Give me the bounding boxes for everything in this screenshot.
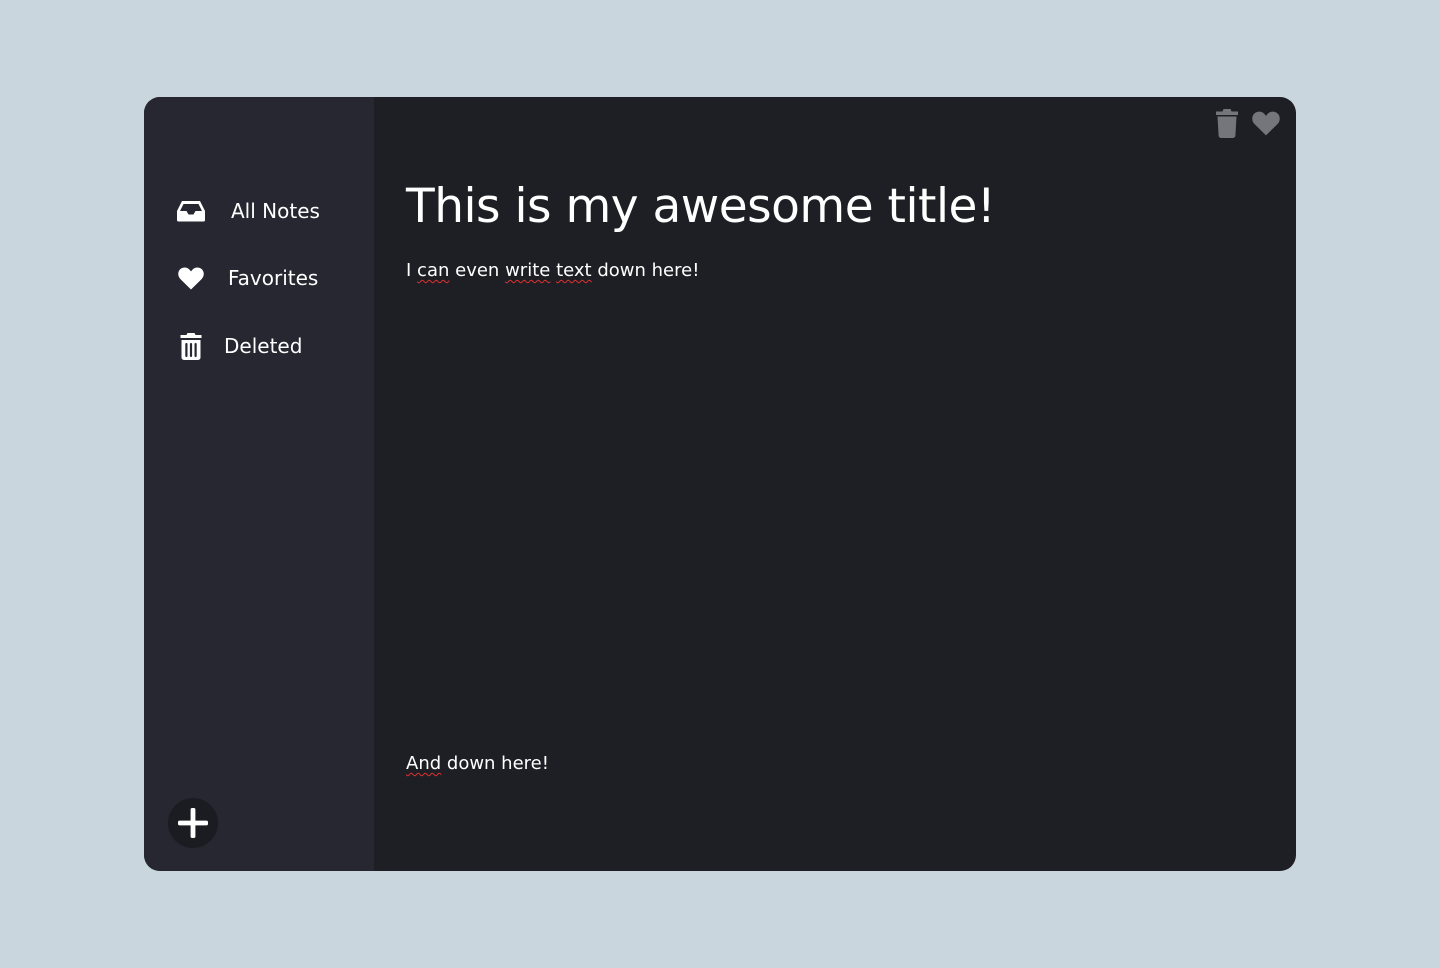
- misspelled-word: And: [406, 753, 442, 774]
- note-body-line[interactable]: And down here!: [406, 753, 549, 775]
- heart-icon: [1252, 111, 1280, 136]
- favorite-note-button[interactable]: [1251, 107, 1281, 139]
- delete-note-button[interactable]: [1212, 107, 1242, 139]
- inbox-icon: [176, 196, 206, 226]
- sidebar-item-deleted[interactable]: Deleted: [176, 331, 302, 361]
- note-body-line[interactable]: I can even write text down here!: [406, 260, 699, 282]
- note-title[interactable]: This is my awesome title!: [406, 181, 996, 233]
- sidebar-item-label: Deleted: [224, 334, 303, 358]
- sidebar-item-label: Favorites: [228, 266, 319, 290]
- misspelled-word: can: [417, 260, 450, 281]
- sidebar-item-favorites[interactable]: Favorites: [176, 263, 318, 293]
- sidebar-item-all-notes[interactable]: All Notes: [176, 196, 320, 226]
- misspelled-word: text: [556, 260, 592, 281]
- trash-icon: [1215, 108, 1239, 138]
- add-note-button[interactable]: [168, 798, 218, 848]
- sidebar-item-label: All Notes: [231, 199, 320, 223]
- trash-icon: [176, 331, 206, 361]
- note-editor: This is my awesome title! I can even wri…: [374, 97, 1296, 871]
- note-word: down here!: [446, 753, 549, 774]
- note-word: down here!: [597, 260, 700, 281]
- plus-icon: [177, 807, 209, 839]
- misspelled-word: write: [505, 260, 551, 281]
- note-word: I: [406, 260, 412, 281]
- notes-app-window: All Notes Favorites Deleted This is my a…: [144, 97, 1296, 871]
- note-word: even: [455, 260, 500, 281]
- heart-icon: [176, 263, 206, 293]
- sidebar: All Notes Favorites Deleted: [144, 97, 374, 871]
